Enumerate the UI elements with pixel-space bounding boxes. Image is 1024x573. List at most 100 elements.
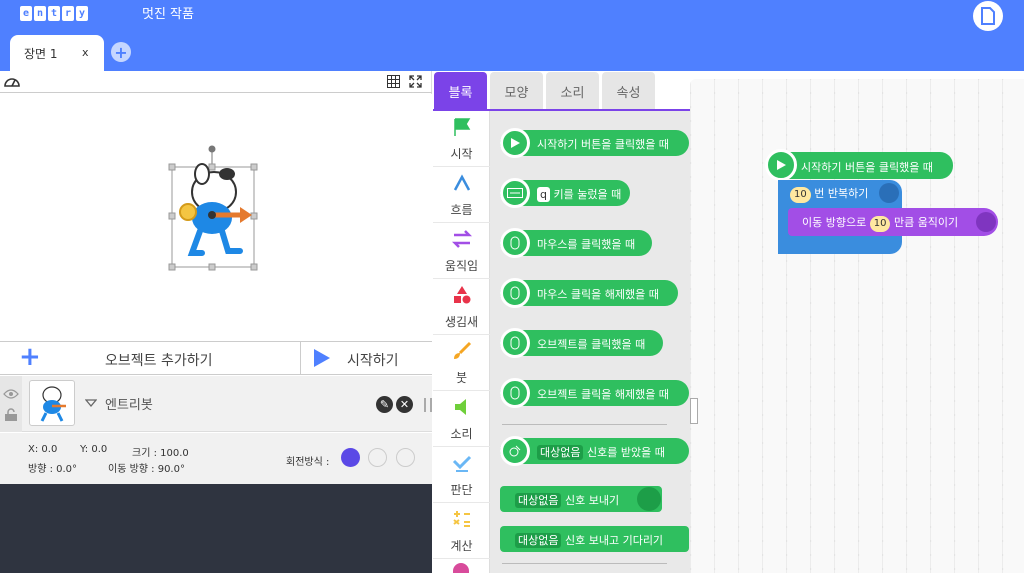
category-label: 생김새 [444,315,479,329]
eye-icon[interactable] [3,388,19,400]
play-circle-icon [500,128,530,158]
block-when-object-released[interactable]: 오브젝트 클릭을 해제했을 때 [500,378,689,408]
block-label: 오브젝트를 클릭했을 때 [537,338,646,351]
entrybot-sprite[interactable] [0,94,432,341]
edit-icon[interactable]: ✎ [376,396,393,413]
category-calc[interactable]: 계산 [433,503,490,559]
category-judge[interactable]: 판단 [433,447,490,503]
signal-dropdown[interactable]: 대상없음 [537,445,584,460]
block-signal-row: 대상없음 신호를 받았을 때 [537,444,665,460]
block-palette: 시작하기 버튼을 클릭했을 때 q 키를 눌렀을 때 마우스를 클릭했을 때 마… [490,111,690,573]
scene-tab-close-button[interactable]: x [82,46,89,59]
scene-tab[interactable]: 장면 1 x [10,35,104,71]
category-label: 판단 [450,483,473,497]
category-more-icon[interactable] [453,563,469,573]
block-send-signal[interactable]: 대상없음 신호 보내기 [500,486,662,512]
category-looks[interactable]: 생김새 [433,279,490,335]
delete-icon[interactable]: ✕ [396,396,413,413]
move-icon [976,212,996,232]
category-sound[interactable]: 소리 [433,391,490,447]
rotation-label: 회전방식 : [286,457,330,468]
logo-letter: y [76,6,88,21]
block-label: 키를 눌렀을 때 [553,188,622,201]
move-direction-value[interactable]: 이동 방향 : 90.0° [108,460,185,475]
block-when-object-clicked[interactable]: 오브젝트를 클릭했을 때 [500,328,663,358]
signal-icon [500,436,530,466]
category-brush[interactable]: 붓 [433,335,490,391]
size-value[interactable]: 크기 : 100.0 [132,444,189,459]
block-when-mouse-clicked[interactable]: 마우스를 클릭했을 때 [500,228,652,258]
signal-dropdown[interactable]: 대상없음 [515,533,562,548]
stage-action-bar: + 오브젝트 추가하기 시작하기 [0,341,432,375]
logo-letter: n [34,6,46,21]
tab-attributes[interactable]: 속성 [602,72,655,110]
arrows-icon [452,230,472,248]
add-scene-button[interactable]: + [111,42,131,62]
block-when-key-pressed[interactable]: q 키를 눌렀을 때 [500,178,630,208]
flow-icon [453,174,471,191]
palette-divider [502,563,667,564]
rotate-none-button[interactable] [396,448,415,467]
palette-resize-handle[interactable] [690,398,698,424]
category-move[interactable]: 움직임 [433,223,490,279]
mouse-icon [500,228,530,258]
script-when-start-clicked[interactable]: 시작하기 버튼을 클릭했을 때 [765,149,953,181]
play-circle-icon [765,149,797,181]
object-visibility-controls [0,376,22,432]
bottom-panel [0,484,432,573]
block-label: 마우스 클릭을 해제했을 때 [537,288,659,301]
rotate-horizontal-button[interactable] [368,448,387,467]
category-label: 계산 [450,539,473,553]
move-amount[interactable]: 10 [869,216,891,232]
rotate-free-button[interactable] [341,448,360,467]
speedometer-icon[interactable] [3,74,21,88]
category-label: 시작 [450,147,473,161]
tab-sounds[interactable]: 소리 [546,72,599,110]
block-label: 신호를 받았을 때 [586,446,665,459]
project-title[interactable]: 멋진 작품 [142,3,194,22]
move-suffix: 만큼 움직이기 [893,216,959,229]
repeat-label: 번 반복하기 [814,187,869,200]
block-send-signal-wait[interactable]: 대상없음 신호 보내고 기다리기 [500,526,689,552]
block-label: 신호 보내고 기다리기 [564,534,664,547]
block-send-wait-row: 대상없음 신호 보내고 기다리기 [515,532,663,548]
file-menu-button[interactable] [973,1,1003,31]
object-thumbnail[interactable] [29,380,75,426]
category-flow[interactable]: 흐름 [433,167,490,223]
fullscreen-icon[interactable] [409,75,422,88]
lock-icon[interactable] [4,408,18,422]
repeat-row: 10 번 반복하기 [790,185,868,203]
calculator-icon [453,511,470,527]
entrybot-thumbnail-icon [40,386,66,422]
tab-shapes[interactable]: 모양 [490,72,543,110]
category-start[interactable]: 시작 [433,111,490,167]
repeat-icon [879,183,899,203]
add-object-button[interactable]: + 오브젝트 추가하기 [0,342,301,375]
keyboard-icon [500,178,530,208]
panel-resize-handle[interactable] [424,398,432,412]
block-key-row: q 키를 눌렀을 때 [537,186,621,202]
start-label: 시작하기 [347,353,399,369]
object-name[interactable]: 엔트리봇 [105,394,153,413]
entry-logo[interactable]: e n t r y [20,6,88,21]
block-when-start-clicked[interactable]: 시작하기 버튼을 클릭했을 때 [500,128,689,158]
y-value[interactable]: Y: 0.0 [80,444,107,455]
block-when-signal-received[interactable]: 대상없음 신호를 받았을 때 [500,436,689,466]
category-label: 붓 [455,371,468,385]
script-move-block[interactable]: 이동 방향으로 10 만큼 움직이기 [788,208,998,236]
key-dropdown[interactable]: q [537,187,550,202]
x-value[interactable]: X: 0.0 [28,444,57,455]
stage-canvas[interactable] [0,94,432,341]
block-send-row: 대상없음 신호 보내기 [515,492,619,508]
move-prefix: 이동 방향으로 [802,216,867,229]
speaker-icon [455,399,466,415]
chevron-down-icon[interactable] [85,398,97,408]
logo-letter: r [62,6,74,21]
repeat-count[interactable]: 10 [790,187,811,203]
block-when-mouse-released[interactable]: 마우스 클릭을 해제했을 때 [500,278,678,308]
direction-value[interactable]: 방향 : 0.0° [28,460,77,475]
signal-dropdown[interactable]: 대상없음 [515,493,562,508]
tab-blocks[interactable]: 블록 [434,72,487,110]
check-icon [452,455,472,472]
grid-icon[interactable] [387,75,400,88]
